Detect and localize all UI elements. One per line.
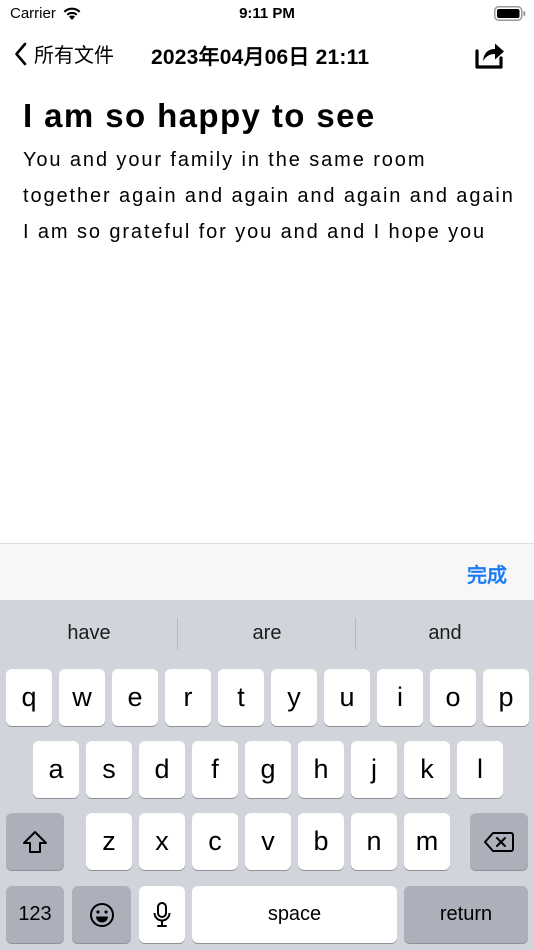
key[interactable]: y — [271, 669, 317, 726]
backspace-icon — [484, 831, 514, 852]
note-date-title: 2023年04月06日 21:11 — [151, 46, 370, 69]
key[interactable]: c — [192, 813, 238, 870]
key[interactable]: f — [192, 741, 238, 798]
key[interactable]: m — [404, 813, 450, 870]
share-icon[interactable] — [472, 38, 506, 72]
done-button[interactable]: 完成 — [467, 559, 507, 588]
navigation-bar: 所有文件 2023年04月06日 21:11 — [0, 30, 534, 80]
key[interactable]: s — [86, 741, 132, 798]
key[interactable]: k — [404, 741, 450, 798]
shift-key[interactable] — [6, 813, 64, 870]
numbers-key[interactable]: 123 — [6, 886, 64, 943]
status-time: 9:11 PM — [239, 5, 295, 22]
key[interactable]: z — [86, 813, 132, 870]
return-key[interactable]: return — [404, 886, 528, 943]
suggestion-item[interactable]: are — [178, 622, 356, 645]
key[interactable]: i — [377, 669, 423, 726]
key[interactable]: u — [324, 669, 370, 726]
emoji-key[interactable] — [72, 886, 131, 943]
suggestion-item[interactable]: and — [356, 622, 534, 645]
battery-icon — [494, 6, 526, 21]
note-editor[interactable]: I am so happy to see You and your family… — [23, 95, 518, 250]
suggestion-bar: have are and — [0, 600, 534, 666]
key[interactable]: p — [483, 669, 529, 726]
key[interactable]: v — [245, 813, 291, 870]
key[interactable]: x — [139, 813, 185, 870]
key[interactable]: e — [112, 669, 158, 726]
key[interactable]: o — [430, 669, 476, 726]
back-label: 所有文件 — [34, 45, 114, 67]
key[interactable]: g — [245, 741, 291, 798]
shift-icon — [23, 830, 47, 853]
key[interactable]: b — [298, 813, 344, 870]
key[interactable]: q — [6, 669, 52, 726]
keyboard-accessory-bar: 完成 — [0, 543, 534, 600]
microphone-icon — [153, 901, 171, 927]
note-body: You and your family in the same room tog… — [23, 149, 515, 243]
emoji-icon — [89, 902, 114, 927]
back-button[interactable]: 所有文件 — [14, 39, 114, 68]
space-key[interactable]: space — [192, 886, 397, 943]
note-title: I am so happy to see — [23, 97, 376, 134]
key[interactable]: w — [59, 669, 105, 726]
chevron-left-icon — [15, 42, 27, 65]
delete-key[interactable] — [470, 813, 528, 870]
key[interactable]: d — [139, 741, 185, 798]
key[interactable]: l — [457, 741, 503, 798]
dictation-key[interactable] — [139, 886, 185, 943]
suggestion-item[interactable]: have — [0, 622, 178, 645]
key[interactable]: t — [218, 669, 264, 726]
status-bar: Carrier 9:11 PM — [0, 0, 534, 30]
key[interactable]: n — [351, 813, 397, 870]
key[interactable]: r — [165, 669, 211, 726]
key[interactable]: h — [298, 741, 344, 798]
keyboard: have are and q w e r t y u i o p a s d f… — [0, 600, 534, 950]
key[interactable]: a — [33, 741, 79, 798]
key[interactable]: j — [351, 741, 397, 798]
